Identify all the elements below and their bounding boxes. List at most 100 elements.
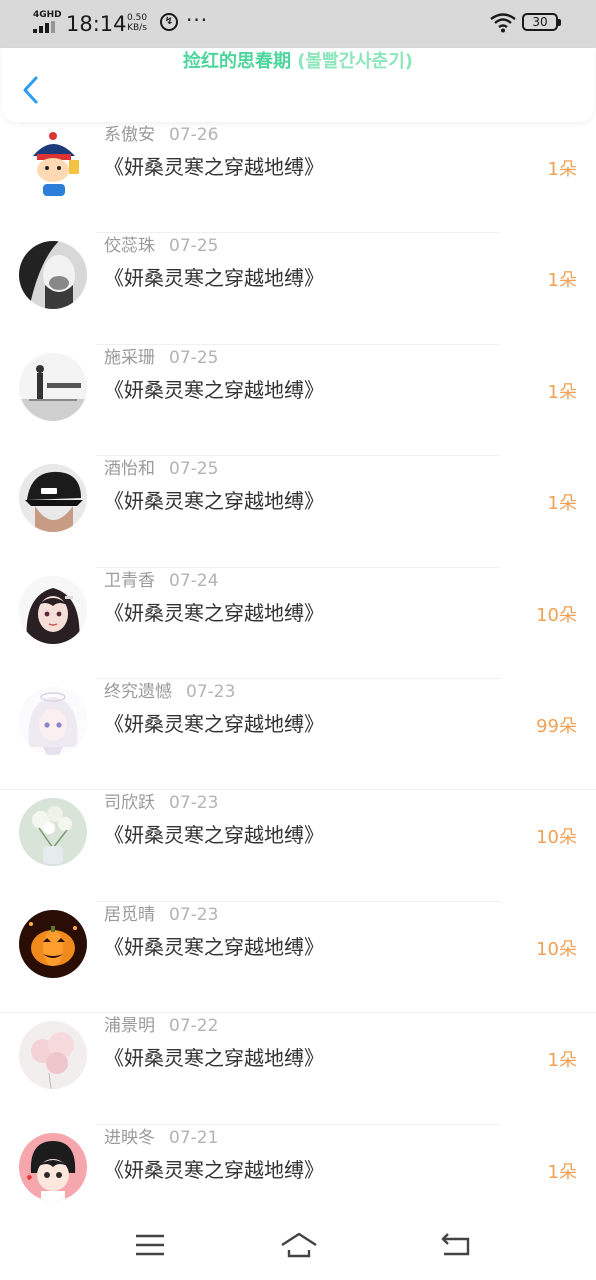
- book-title[interactable]: 《妍桑灵寒之穿越地缚》: [104, 821, 324, 849]
- flower-count: 1朵: [547, 1161, 577, 1183]
- battery-icon: 30: [522, 13, 561, 31]
- bw-photo-avatar-icon: [19, 241, 87, 310]
- name-text: 酒怡和: [104, 459, 155, 480]
- menu-icon: [136, 1234, 164, 1256]
- book-title[interactable]: 《妍桑灵寒之穿越地缚》: [104, 264, 324, 292]
- name-text: 浦景明: [104, 1016, 155, 1037]
- clock: 18:14: [66, 12, 127, 36]
- flower-count: 1朵: [547, 493, 577, 515]
- book-title[interactable]: 《妍桑灵寒之穿越地缚》: [104, 1044, 324, 1072]
- list-item[interactable]: 酒怡和 07-25 《妍桑灵寒之穿越地缚》 1朵: [0, 456, 596, 568]
- system-navbar: [0, 1214, 596, 1280]
- flower-count: 10朵: [536, 938, 577, 960]
- white-hair-avatar-icon: [19, 686, 87, 755]
- date-text: 07-23: [186, 681, 236, 702]
- back-nav-button[interactable]: [438, 1230, 472, 1260]
- book-title[interactable]: 《妍桑灵寒之穿越地缚》: [104, 933, 324, 961]
- usb-debug-icon: ↯: [160, 13, 178, 31]
- list-item[interactable]: 司欣跃 07-23 《妍桑灵寒之穿越地缚》 10朵: [0, 790, 596, 902]
- name-text: 系傲安: [104, 125, 155, 145]
- header: 捡红的思春期 (볼빨간사춘기): [2, 48, 594, 122]
- title-text: 捡红的思春期: [182, 51, 291, 72]
- name-text: 佼蕊珠: [104, 236, 155, 257]
- page-title: 捡红的思春期 (볼빨간사춘기): [2, 50, 594, 74]
- list-item[interactable]: 终究遗憾 07-23 《妍桑灵寒之穿越地缚》 99朵: [0, 679, 596, 791]
- home-button[interactable]: [280, 1230, 318, 1260]
- flower-count: 10朵: [536, 827, 577, 849]
- network-speed: 0.50 KB/s: [127, 13, 147, 33]
- chibi-boy-avatar-icon: [19, 1132, 87, 1201]
- user-name: 卫青香 07-24: [104, 570, 218, 592]
- back-button[interactable]: [16, 72, 48, 108]
- gift-list: 系傲安 07-26 《妍桑灵寒之穿越地缚》 1朵 佼蕊珠 07-25 《妍桑灵寒之穿…: [0, 122, 596, 1236]
- list-item[interactable]: 居觅晴 07-23 《妍桑灵寒之穿越地缚》 10朵: [0, 902, 596, 1014]
- user-name: 居觅晴 07-23: [104, 904, 218, 926]
- date-text: 07-22: [169, 1016, 219, 1037]
- wifi-icon: [490, 13, 516, 33]
- title-subtext: (볼빨간사춘기): [290, 51, 414, 72]
- flower-count: 10朵: [536, 604, 577, 626]
- date-text: 07-24: [169, 570, 219, 591]
- user-name: 终究遗憾 07-23: [104, 681, 235, 703]
- status-bar: 4GHD 18:14 0.50 KB/s ↯ ··· 30: [0, 0, 596, 48]
- book-title[interactable]: 《妍桑灵寒之穿越地缚》: [104, 487, 324, 515]
- book-title[interactable]: 《妍桑灵寒之穿越地缚》: [104, 153, 324, 181]
- balloons-avatar-icon: [19, 1021, 87, 1090]
- user-name: 酒怡和 07-25: [104, 458, 218, 480]
- list-item[interactable]: 系傲安 07-26 《妍桑灵寒之穿越地缚》 1朵: [0, 122, 596, 234]
- user-name: 司欣跃 07-23: [104, 792, 218, 814]
- book-title[interactable]: 《妍桑灵寒之穿越地缚》: [104, 599, 324, 627]
- date-text: 07-25: [169, 236, 219, 257]
- name-text: 施采珊: [104, 347, 155, 368]
- flowers-avatar-icon: [19, 798, 87, 867]
- book-title[interactable]: 《妍桑灵寒之穿越地缚》: [104, 376, 324, 404]
- user-name: 施采珊 07-25: [104, 347, 218, 369]
- avatar[interactable]: [19, 1021, 87, 1090]
- speed-unit: KB/s: [127, 23, 147, 33]
- user-name: 进映冬 07-21: [104, 1127, 218, 1149]
- date-text: 07-25: [169, 347, 219, 368]
- network-type: 4GHD: [33, 10, 62, 20]
- cartoon-avatar-icon: [19, 130, 87, 198]
- list-item[interactable]: 浦景明 07-22 《妍桑灵寒之穿越地缚》 1朵: [0, 1013, 596, 1125]
- menu-button[interactable]: [133, 1230, 167, 1260]
- date-text: 07-21: [169, 1127, 219, 1148]
- back-arrow-icon: [441, 1233, 470, 1256]
- date-text: 07-25: [169, 459, 219, 480]
- list-item[interactable]: 佼蕊珠 07-25 《妍桑灵寒之穿越地缚》 1朵: [0, 233, 596, 345]
- user-name: 浦景明 07-22: [104, 1015, 218, 1037]
- avatar[interactable]: [19, 1132, 87, 1201]
- signal-icon: [33, 21, 57, 33]
- user-name: 系傲安 07-26: [104, 124, 218, 146]
- pumpkin-avatar-icon: [19, 909, 87, 978]
- anime-girl-avatar-icon: [19, 575, 87, 644]
- book-title[interactable]: 《妍桑灵寒之穿越地缚》: [104, 710, 324, 738]
- avatar[interactable]: [19, 241, 87, 310]
- flower-count: 1朵: [547, 159, 577, 180]
- flower-count: 1朵: [547, 270, 577, 292]
- speed-value: 0.50: [127, 13, 148, 23]
- avatar[interactable]: [19, 909, 87, 978]
- date-text: 07-23: [169, 904, 219, 925]
- avatar[interactable]: [19, 575, 87, 644]
- name-text: 进映冬: [104, 1127, 155, 1148]
- flower-count: 1朵: [547, 381, 577, 403]
- chevron-left-icon: [23, 76, 38, 104]
- list-item[interactable]: 卫青香 07-24 《妍桑灵寒之穿越地缚》 10朵: [0, 568, 596, 679]
- avatar[interactable]: [19, 130, 87, 198]
- more-notifications-icon: ···: [186, 8, 209, 32]
- name-text: 卫青香: [104, 570, 155, 591]
- name-text: 司欣跃: [104, 793, 155, 814]
- list-item[interactable]: 施采珊 07-25 《妍桑灵寒之穿越地缚》 1朵: [0, 345, 596, 457]
- avatar[interactable]: [19, 352, 87, 421]
- name-text: 居觅晴: [104, 904, 155, 925]
- avatar[interactable]: [19, 798, 87, 867]
- date-text: 07-23: [169, 793, 219, 814]
- black-cap-avatar-icon: [19, 464, 87, 533]
- book-title[interactable]: 《妍桑灵寒之穿越地缚》: [104, 1156, 324, 1184]
- bw-text-avatar-icon: [19, 352, 87, 421]
- avatar[interactable]: [19, 464, 87, 533]
- avatar[interactable]: [19, 686, 87, 755]
- name-text: 终究遗憾: [104, 681, 172, 702]
- flower-count: 1朵: [547, 1050, 577, 1072]
